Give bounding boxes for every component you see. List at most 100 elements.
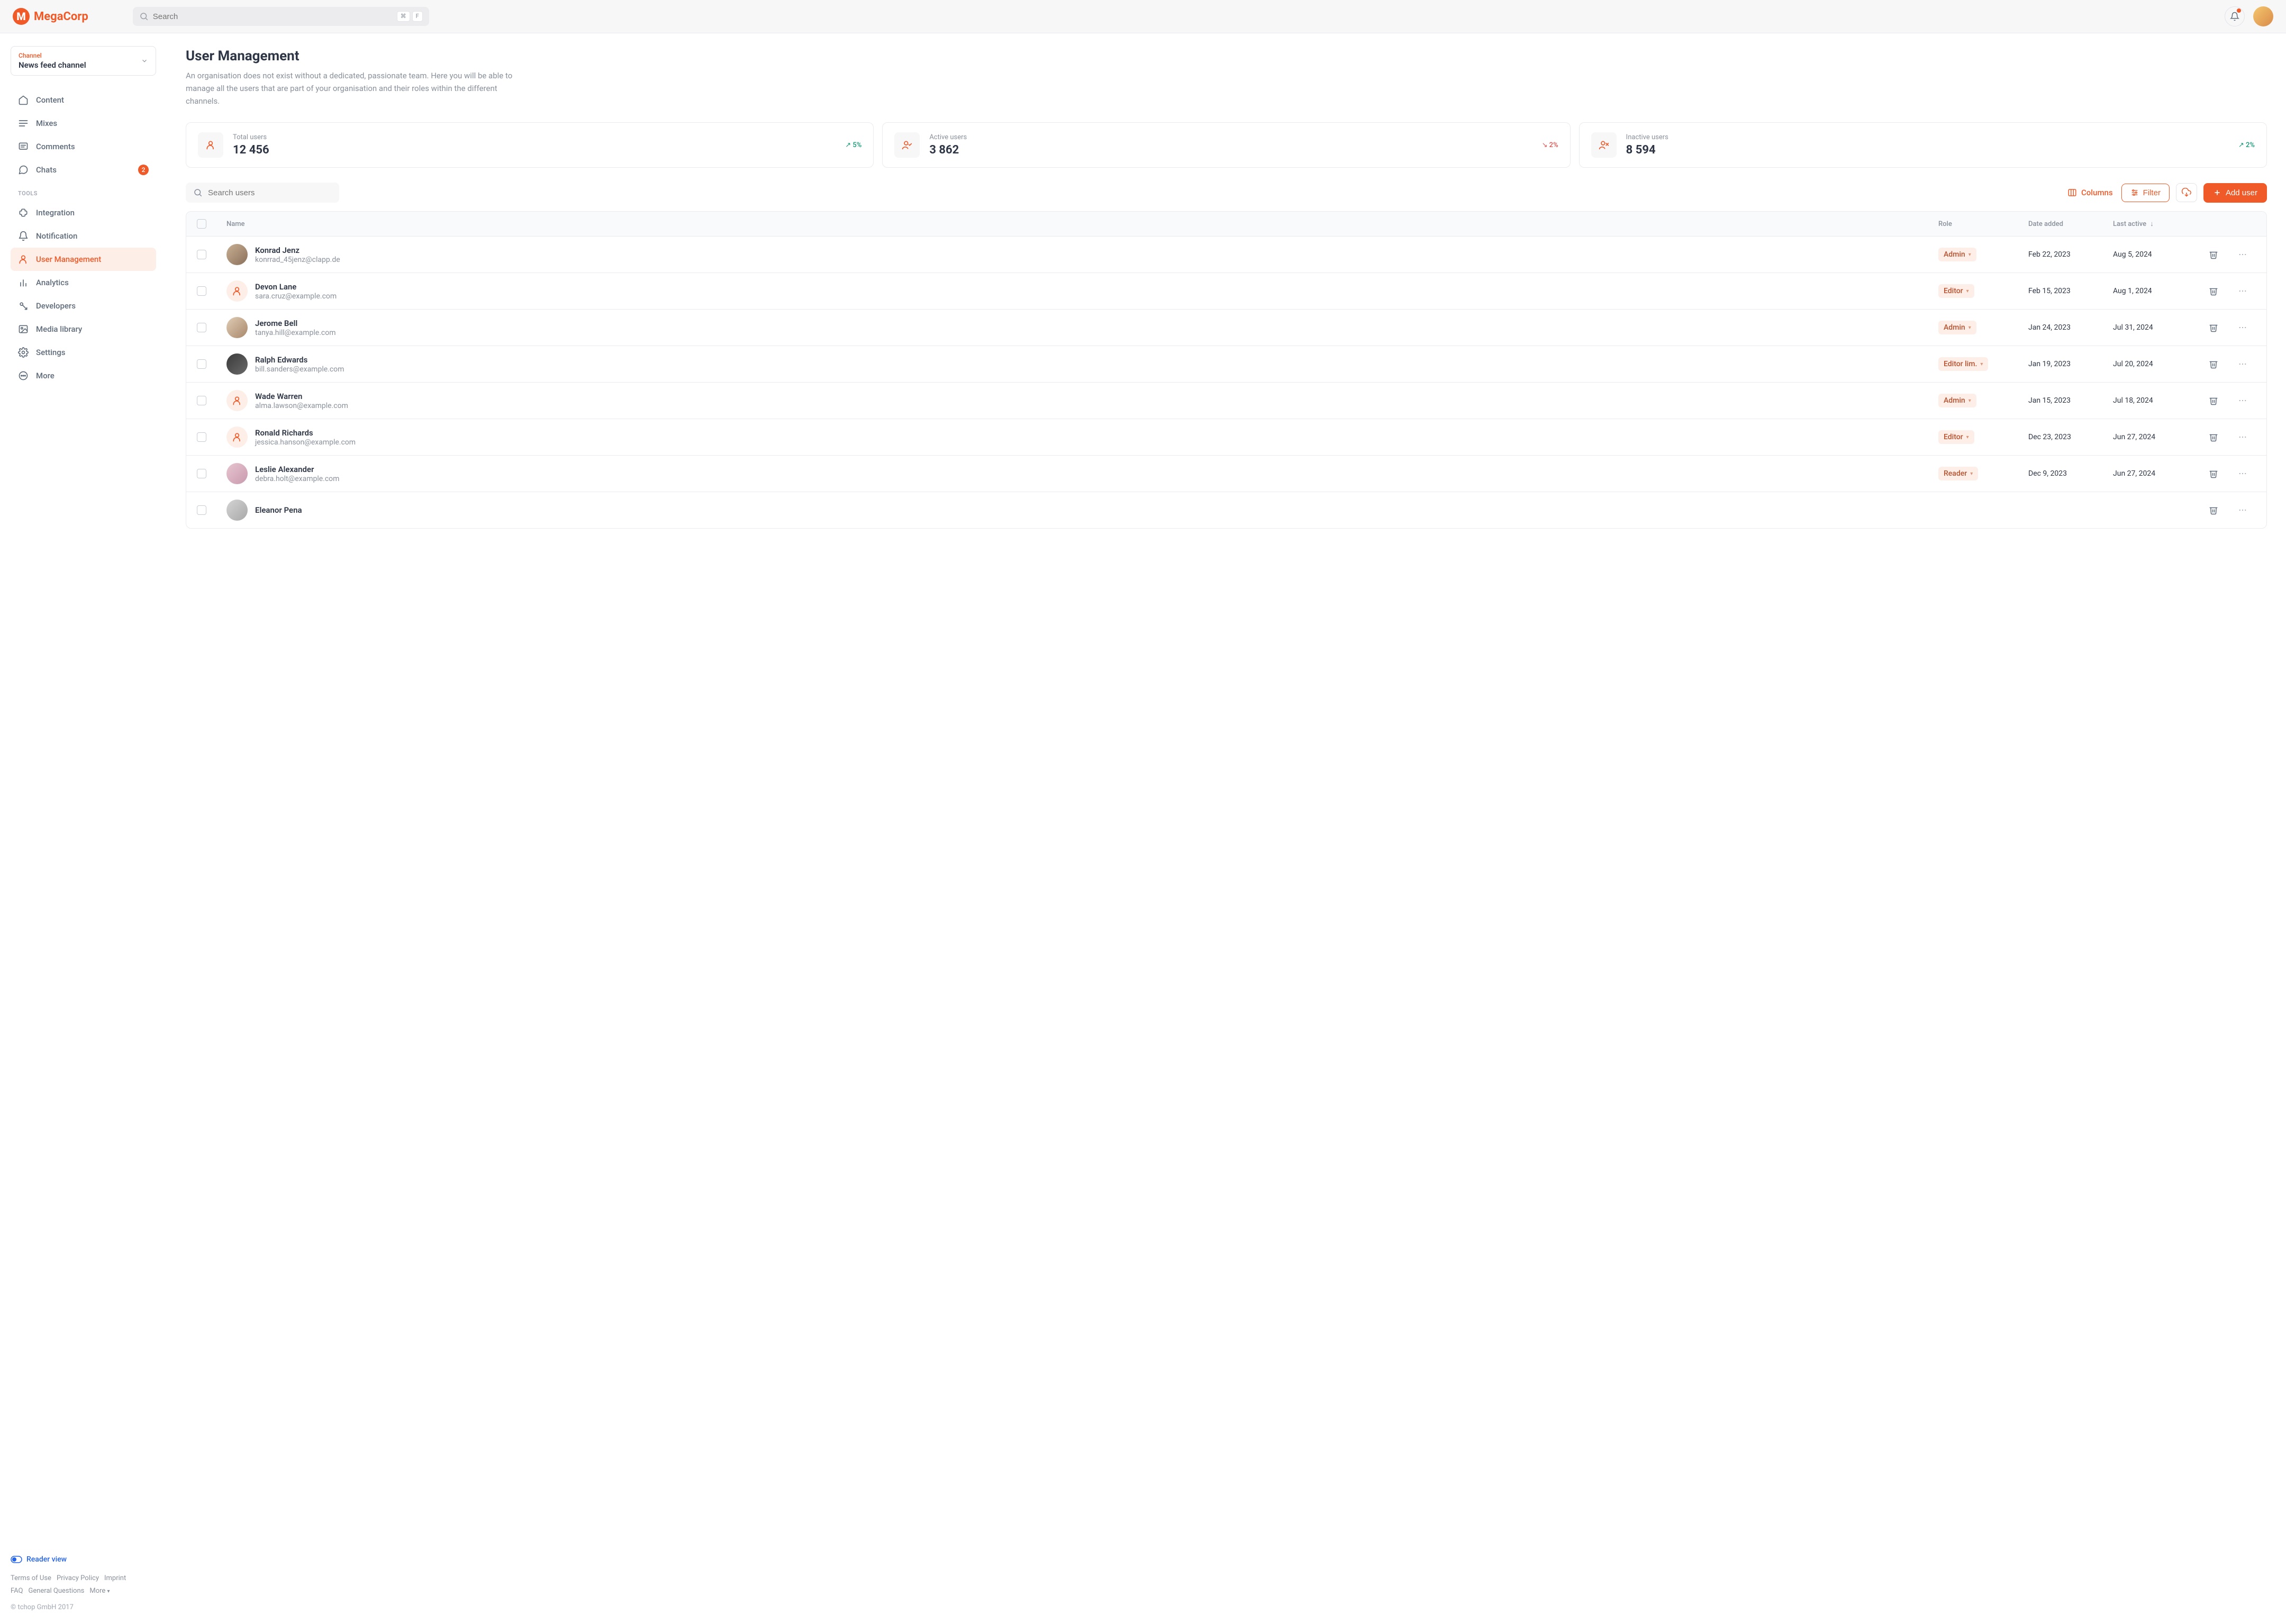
stat-card: Inactive users8 594 ↗ 2% bbox=[1579, 122, 2267, 168]
delete-button[interactable] bbox=[2198, 250, 2229, 259]
header-name[interactable]: Name bbox=[226, 220, 1938, 228]
header-role[interactable]: Role bbox=[1938, 220, 2028, 228]
row-menu-button[interactable] bbox=[2229, 286, 2256, 296]
sidebar-item-media-library[interactable]: Media library bbox=[11, 317, 156, 341]
user-avatar[interactable] bbox=[2253, 6, 2273, 26]
sidebar-item-developers[interactable]: Developers bbox=[11, 294, 156, 317]
channel-selector[interactable]: Channel News feed channel bbox=[11, 46, 156, 76]
toggle-icon bbox=[11, 1556, 22, 1563]
footer-link[interactable]: Privacy Policy bbox=[57, 1574, 99, 1582]
sidebar-item-label: Content bbox=[36, 95, 64, 105]
sidebar-item-mixes[interactable]: Mixes bbox=[11, 112, 156, 135]
sidebar-item-notification[interactable]: Notification bbox=[11, 224, 156, 248]
row-checkbox[interactable] bbox=[197, 359, 206, 369]
user-name: Eleanor Pena bbox=[255, 505, 302, 515]
date-added: Dec 9, 2023 bbox=[2028, 469, 2113, 478]
bell-icon bbox=[2230, 12, 2239, 21]
global-search[interactable]: ⌘ F bbox=[133, 7, 429, 26]
footer-link[interactable]: General Questions bbox=[28, 1587, 84, 1595]
row-menu-button[interactable] bbox=[2229, 469, 2256, 478]
sidebar-item-analytics[interactable]: Analytics bbox=[11, 271, 156, 294]
row-menu-button[interactable] bbox=[2229, 323, 2256, 332]
sidebar-item-settings[interactable]: Settings bbox=[11, 341, 156, 364]
delete-button[interactable] bbox=[2198, 323, 2229, 332]
role-chip[interactable]: Admin▾ bbox=[1938, 321, 1976, 334]
cloud-download-icon bbox=[2182, 188, 2191, 197]
date-added: Jan 15, 2023 bbox=[2028, 396, 2113, 405]
row-menu-button[interactable] bbox=[2229, 396, 2256, 405]
sidebar-item-label: Mixes bbox=[36, 119, 57, 128]
delete-button[interactable] bbox=[2198, 469, 2229, 478]
sidebar-item-user-management[interactable]: User Management bbox=[11, 248, 156, 271]
sidebar-item-content[interactable]: Content bbox=[11, 88, 156, 112]
role-chip[interactable]: Editor▾ bbox=[1938, 284, 1974, 298]
delete-button[interactable] bbox=[2198, 432, 2229, 442]
last-active: Aug 1, 2024 bbox=[2113, 287, 2198, 295]
delete-button[interactable] bbox=[2198, 505, 2229, 515]
brand-logo[interactable]: M MegaCorp bbox=[13, 8, 88, 25]
stat-card: Active users3 862 ↘ 2% bbox=[882, 122, 1570, 168]
role-chip[interactable]: Editor lim.▾ bbox=[1938, 357, 1988, 371]
role-chip[interactable]: Reader▾ bbox=[1938, 467, 1978, 480]
filter-button[interactable]: Filter bbox=[2121, 184, 2170, 202]
sidebar-item-chats[interactable]: Chats2 bbox=[11, 158, 156, 182]
role-chip[interactable]: Admin▾ bbox=[1938, 394, 1976, 407]
sidebar-item-more[interactable]: More bbox=[11, 364, 156, 387]
select-all-checkbox[interactable] bbox=[197, 219, 206, 229]
notifications-button[interactable] bbox=[2225, 6, 2245, 26]
nav-section-tools: TOOLS bbox=[11, 182, 156, 201]
date-added: Jan 19, 2023 bbox=[2028, 360, 2113, 368]
filter-label: Filter bbox=[2143, 188, 2161, 197]
media-icon bbox=[18, 324, 29, 334]
row-checkbox[interactable] bbox=[197, 469, 206, 478]
delete-button[interactable] bbox=[2198, 286, 2229, 296]
avatar bbox=[226, 244, 248, 265]
user-icon bbox=[198, 132, 223, 158]
row-menu-button[interactable] bbox=[2229, 432, 2256, 442]
row-checkbox[interactable] bbox=[197, 432, 206, 442]
last-active: Jul 31, 2024 bbox=[2113, 323, 2198, 332]
columns-button[interactable]: Columns bbox=[2065, 184, 2115, 202]
delete-button[interactable] bbox=[2198, 396, 2229, 405]
footer-link[interactable]: More ▾ bbox=[89, 1587, 115, 1595]
search-users[interactable] bbox=[186, 183, 339, 203]
add-user-button[interactable]: Add user bbox=[2203, 183, 2267, 203]
row-menu-button[interactable] bbox=[2229, 505, 2256, 515]
comments-icon bbox=[18, 141, 29, 152]
sidebar-item-label: Settings bbox=[36, 348, 66, 357]
last-active: Jul 18, 2024 bbox=[2113, 396, 2198, 405]
role-chip[interactable]: Editor▾ bbox=[1938, 430, 1974, 444]
footer-link[interactable]: Imprint bbox=[104, 1574, 126, 1582]
row-checkbox[interactable] bbox=[197, 505, 206, 515]
sidebar-item-integration[interactable]: Integration bbox=[11, 201, 156, 224]
reader-view-toggle[interactable]: Reader view bbox=[11, 1555, 156, 1564]
row-checkbox[interactable] bbox=[197, 323, 206, 332]
table-row: Devon Lanesara.cruz@example.com Editor▾ … bbox=[186, 273, 2266, 310]
row-menu-button[interactable] bbox=[2229, 359, 2256, 369]
row-checkbox[interactable] bbox=[197, 286, 206, 296]
footer-link[interactable]: Terms of Use bbox=[11, 1574, 51, 1582]
chevron-down-icon: ▾ bbox=[1980, 361, 1983, 367]
chevron-down-icon bbox=[141, 57, 148, 65]
page-description: An organisation does not exist without a… bbox=[186, 69, 530, 107]
delete-button[interactable] bbox=[2198, 359, 2229, 369]
sidebar-item-label: Integration bbox=[36, 208, 75, 217]
sidebar-item-comments[interactable]: Comments bbox=[11, 135, 156, 158]
user-email: alma.lawson@example.com bbox=[255, 402, 348, 410]
global-search-input[interactable] bbox=[153, 12, 397, 21]
row-checkbox[interactable] bbox=[197, 250, 206, 259]
role-chip[interactable]: Admin▾ bbox=[1938, 248, 1976, 261]
row-menu-button[interactable] bbox=[2229, 250, 2256, 259]
footer-link[interactable]: FAQ bbox=[11, 1587, 23, 1595]
header-date-added[interactable]: Date added bbox=[2028, 220, 2113, 228]
search-users-input[interactable] bbox=[208, 188, 332, 197]
sidebar-item-label: Developers bbox=[36, 301, 76, 311]
date-added: Jan 24, 2023 bbox=[2028, 323, 2113, 332]
sidebar: Channel News feed channel Content Mixes Co… bbox=[0, 33, 167, 1624]
user-name: Jerome Bell bbox=[255, 319, 335, 328]
table-header: Name Role Date added Last active ↓ bbox=[186, 212, 2266, 237]
header-last-active[interactable]: Last active ↓ bbox=[2113, 220, 2198, 228]
download-button[interactable] bbox=[2176, 183, 2197, 202]
row-checkbox[interactable] bbox=[197, 396, 206, 405]
user-email: jessica.hanson@example.com bbox=[255, 438, 356, 447]
